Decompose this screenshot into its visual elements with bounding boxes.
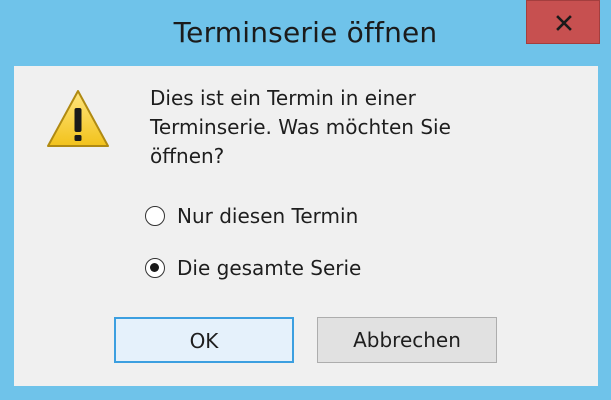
option-label: Die gesamte Serie bbox=[177, 256, 362, 280]
title-bar[interactable]: Terminserie öffnen bbox=[0, 0, 611, 66]
window-title: Terminserie öffnen bbox=[173, 16, 438, 49]
close-icon bbox=[556, 15, 572, 31]
ok-button[interactable]: OK bbox=[114, 317, 294, 363]
dialog-body: Dies ist ein Termin in einer Terminserie… bbox=[14, 66, 598, 386]
dialog-message: Dies ist ein Termin in einer Terminserie… bbox=[150, 86, 451, 168]
option-label: Nur diesen Termin bbox=[177, 204, 359, 228]
cancel-button[interactable]: Abbrechen bbox=[317, 317, 497, 363]
option-entire-series[interactable]: Die gesamte Serie bbox=[145, 253, 361, 283]
radio-button[interactable] bbox=[145, 206, 165, 226]
close-button[interactable] bbox=[526, 0, 600, 44]
radio-button-selected[interactable] bbox=[145, 258, 165, 278]
warning-icon bbox=[47, 90, 109, 147]
option-this-occurrence[interactable]: Nur diesen Termin bbox=[145, 201, 358, 231]
dialog-window: Terminserie öffnen Dies ist ein Termin i… bbox=[0, 0, 611, 400]
